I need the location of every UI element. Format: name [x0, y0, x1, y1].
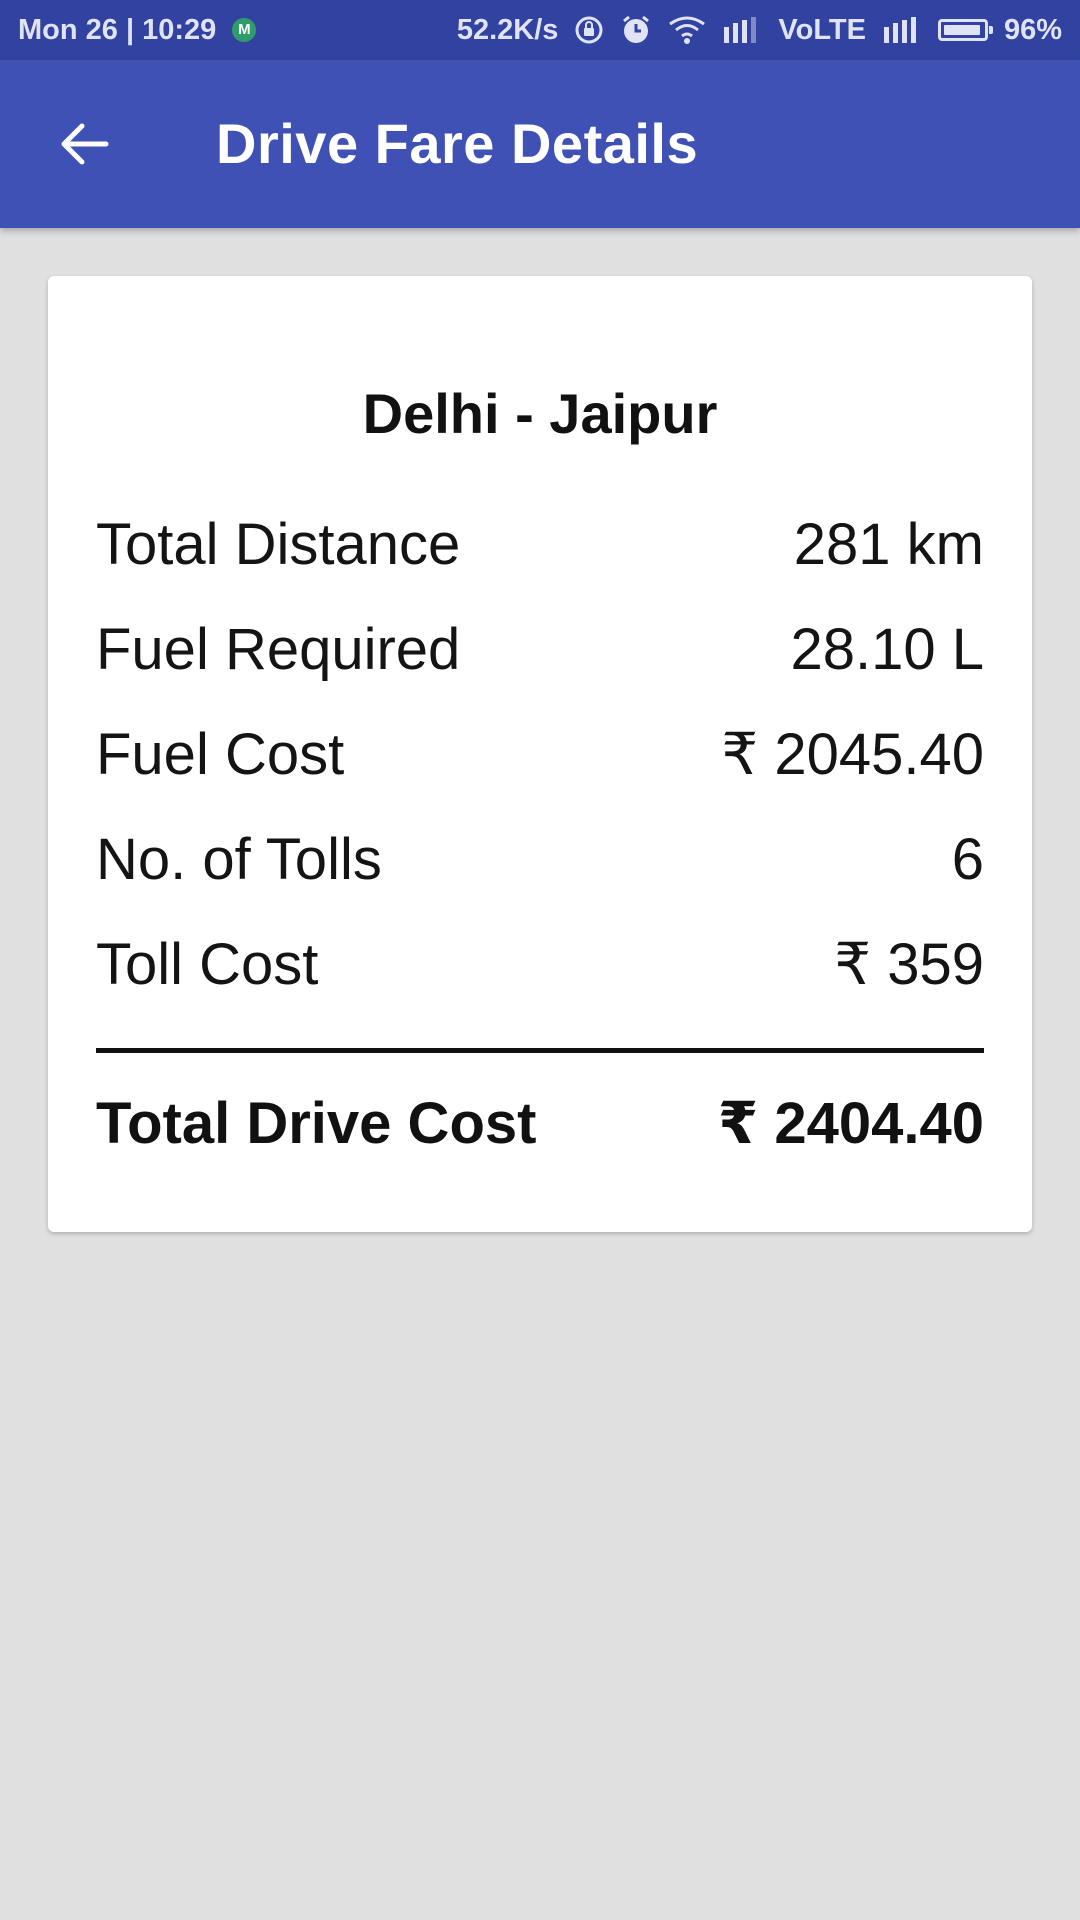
total-drive-cost-row: Total Drive Cost ₹ 2404.40 — [96, 1082, 984, 1164]
total-label: Total Drive Cost — [96, 1090, 537, 1156]
detail-row-fuel-cost: Fuel Cost ₹ 2045.40 — [96, 714, 984, 794]
detail-label: Fuel Required — [96, 616, 461, 682]
rotation-lock-icon — [574, 15, 604, 45]
detail-value: 281 km — [793, 511, 984, 577]
notification-app-icon: M — [232, 18, 257, 42]
battery-percent: 96% — [1003, 13, 1062, 46]
detail-value: ₹ 359 — [834, 932, 984, 997]
back-button[interactable] — [46, 106, 122, 182]
total-divider — [96, 1048, 984, 1053]
status-bar: Mon 26 | 10:29 M 52.2K/s VoLTE 96% — [0, 0, 1080, 60]
detail-row-toll-cost: Toll Cost ₹ 359 — [96, 924, 984, 1004]
alarm-icon — [620, 14, 652, 46]
signal-icon — [882, 17, 922, 43]
detail-row-no-of-tolls: No. of Tolls 6 — [96, 819, 984, 899]
network-type-label: VoLTE — [778, 13, 866, 46]
status-bar-left: Mon 26 | 10:29 M — [18, 0, 257, 60]
app-bar: Drive Fare Details — [0, 60, 1080, 228]
total-value: ₹ 2404.40 — [717, 1091, 984, 1156]
page-title: Drive Fare Details — [216, 112, 699, 175]
battery-icon — [937, 19, 993, 41]
detail-value: 6 — [951, 826, 984, 892]
detail-row-total-distance: Total Distance 281 km — [96, 504, 984, 584]
detail-label: Fuel Cost — [96, 721, 345, 787]
status-datetime: Mon 26 | 10:29 — [18, 13, 217, 46]
arrow-back-icon — [61, 123, 109, 165]
signal-icon — [722, 17, 762, 43]
network-speed: 52.2K/s — [456, 13, 559, 46]
detail-label: No. of Tolls — [96, 826, 382, 892]
detail-label: Total Distance — [96, 511, 461, 577]
detail-value: ₹ 2045.40 — [721, 722, 984, 787]
detail-value: 28.10 L — [790, 616, 984, 682]
status-bar-right: 52.2K/s VoLTE 96% — [457, 0, 1062, 60]
detail-label: Toll Cost — [96, 931, 319, 997]
route-title: Delhi - Jaipur — [362, 382, 718, 445]
detail-row-fuel-required: Fuel Required 28.10 L — [96, 609, 984, 689]
battery-level — [943, 25, 981, 35]
wifi-icon — [668, 15, 706, 45]
